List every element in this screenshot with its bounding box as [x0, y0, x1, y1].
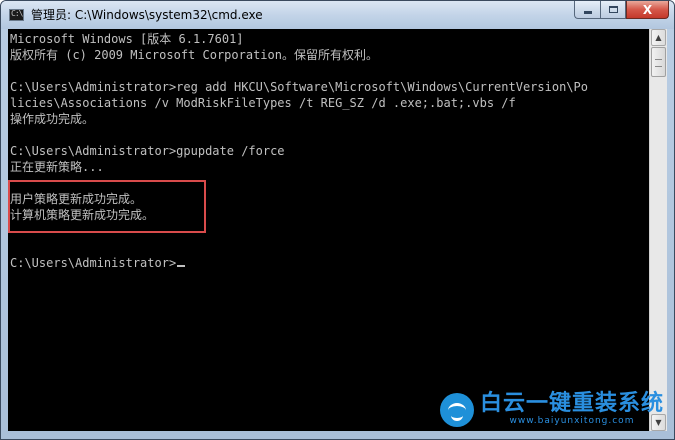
console-line: C:\Users\Administrator>gpupdate /force	[10, 144, 285, 158]
highlight-box	[8, 180, 206, 233]
window-title: 管理员: C:\Windows\system32\cmd.exe	[31, 8, 263, 22]
console-line: licies\Associations /v ModRiskFileTypes …	[10, 96, 516, 110]
console-output[interactable]: Microsoft Windows [版本 6.1.7601] 版权所有 (c)…	[8, 29, 649, 431]
bird-logo-icon	[439, 392, 474, 427]
maximize-icon	[608, 6, 618, 13]
minimize-button[interactable]	[574, 1, 600, 19]
maximize-button[interactable]	[600, 1, 626, 19]
caption-buttons: X	[574, 1, 669, 21]
close-button[interactable]: X	[626, 1, 669, 19]
console-line: 正在更新策略...	[10, 160, 104, 174]
console-line: 操作成功完成。	[10, 112, 95, 126]
minimize-icon	[583, 11, 592, 14]
watermark: 白云一键重装系统 www.baiyunxitong.com	[439, 392, 664, 427]
console-line: 版权所有 (c) 2009 Microsoft Corporation。保留所有…	[10, 48, 378, 62]
title-bar[interactable]: C:\ 管理员: C:\Windows\system32\cmd.exe X	[1, 1, 674, 29]
console-line: Microsoft Windows [版本 6.1.7601]	[10, 32, 244, 46]
cmd-window: C:\ 管理员: C:\Windows\system32\cmd.exe X M…	[0, 0, 675, 440]
scroll-up-icon: ▲	[655, 33, 662, 42]
scrollbar-thumb[interactable]	[651, 47, 666, 77]
app-icon-text: C:\	[11, 9, 23, 18]
vertical-scrollbar[interactable]: ▲ ▼	[649, 29, 667, 431]
scroll-up-button[interactable]: ▲	[651, 29, 666, 46]
console-prompt-line: C:\Users\Administrator>	[10, 255, 186, 271]
console-line: C:\Users\Administrator>reg add HKCU\Soft…	[10, 80, 588, 94]
close-icon: X	[642, 2, 653, 17]
watermark-title: 白云一键重装系统	[479, 391, 664, 416]
console-prompt: C:\Users\Administrator>	[10, 256, 177, 270]
watermark-text: 白云一键重装系统 www.baiyunxitong.com	[480, 392, 664, 427]
text-cursor	[177, 265, 186, 267]
cmd-app-icon[interactable]: C:\	[9, 9, 24, 21]
watermark-url: www.baiyunxitong.com	[509, 416, 635, 426]
